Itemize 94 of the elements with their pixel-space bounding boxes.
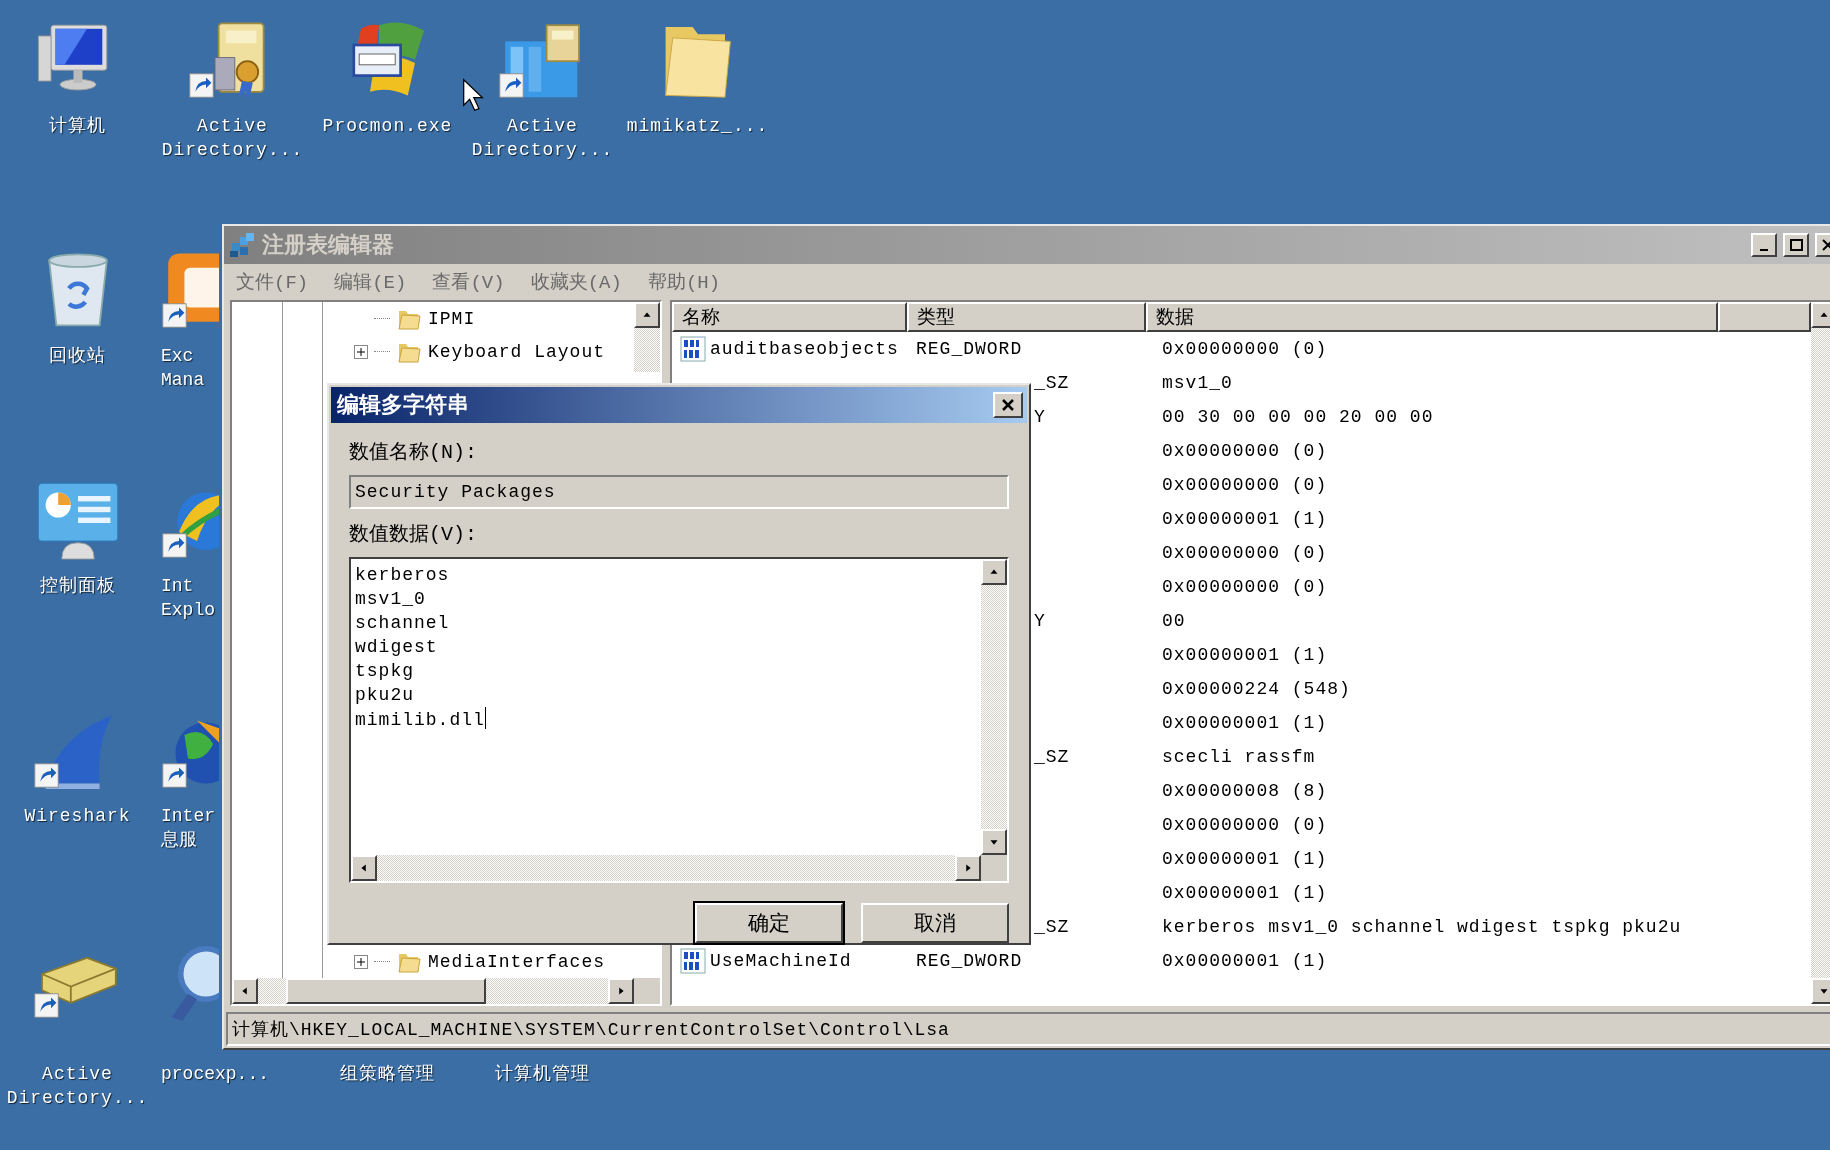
value-data: scecli rassfm — [1161, 747, 1316, 767]
value-data: 0x00000001 (1) — [1161, 509, 1328, 529]
minimize-button[interactable] — [1751, 233, 1777, 257]
icon-label: Active Directory... — [471, 115, 614, 162]
dialog-button[interactable]: 确定 — [695, 903, 843, 943]
icon-label: Active Directory... — [161, 115, 304, 162]
scroll-down-button[interactable] — [1811, 978, 1830, 1004]
scroll-up-button[interactable] — [981, 559, 1007, 585]
scrollbar[interactable] — [981, 559, 1007, 855]
text-area[interactable]: kerberos msv1_0 schannel wdigest tspkg pku2u mimilib.dll — [349, 557, 1009, 883]
value-data: 0x00000000 (0) — [1161, 815, 1328, 835]
icon-label: 回收站 — [49, 345, 106, 368]
tree-item[interactable]: MediaInterfaces — [428, 951, 606, 972]
value-data: 0x00000001 (1) — [1161, 645, 1328, 665]
menu-item[interactable]: 编辑(E) — [334, 269, 407, 295]
value-data: 0x00000001 (1) — [1161, 883, 1328, 903]
scrollbar-corner — [634, 978, 660, 1004]
icon-label: 组策略管理 — [340, 1063, 435, 1086]
column-header[interactable]: 名称 — [672, 302, 907, 332]
registry-icon — [228, 231, 256, 259]
menu-item[interactable]: 查看(V) — [432, 269, 505, 295]
menu-item[interactable]: 收藏夹(A) — [530, 269, 622, 295]
value-data: kerberos msv1_0 schannel wdigest tspkg pku2u — [1161, 917, 1682, 937]
dialog-button[interactable]: 取消 — [861, 903, 1009, 943]
close-icon — [1000, 398, 1016, 412]
value-data: 00 30 00 00 00 20 00 00 — [1161, 407, 1434, 427]
scrollbar-corner — [981, 855, 1007, 881]
column-header[interactable]: 数据 — [1145, 302, 1719, 332]
icon-label: 控制面板 — [39, 575, 116, 598]
window-title: 注册表编辑器 — [262, 232, 395, 260]
scroll-down-button[interactable] — [981, 829, 1007, 855]
input-field[interactable]: Security Packages — [349, 475, 1009, 509]
icon-label: Exc Mana — [161, 345, 205, 392]
value-name[interactable]: auditbaseobjects — [710, 339, 899, 359]
value-type: _SZ — [1034, 747, 1070, 767]
scrollbar[interactable] — [1811, 302, 1830, 1004]
icon-label: Inter 息服 — [161, 805, 215, 852]
field-label: 数值数据(V): — [349, 521, 478, 548]
column-header[interactable] — [1718, 302, 1811, 332]
status-bar: 计算机\HKEY_LOCAL_MACHINE\SYSTEM\CurrentControlSet\Control\Lsa — [226, 1012, 1830, 1046]
menu-item[interactable]: 文件(F) — [236, 269, 309, 295]
value-data: 0x00000000 (0) — [1161, 475, 1328, 495]
value-type: _SZ — [1034, 917, 1070, 937]
expand-icon[interactable] — [354, 954, 368, 969]
binary-value-icon — [680, 948, 706, 974]
maximize-icon — [1789, 239, 1803, 251]
close-button[interactable] — [993, 392, 1023, 418]
value-name[interactable]: UseMachineId — [710, 951, 852, 971]
maximize-button[interactable] — [1783, 233, 1809, 257]
icon-label: Int Explo — [161, 575, 215, 622]
text-cursor — [484, 707, 486, 729]
value-data: 0x00000224 (548) — [1161, 679, 1351, 699]
value-data: 0x00000000 (0) — [1161, 577, 1328, 597]
value-data: 0x00000000 (0) — [1161, 441, 1328, 461]
icon-label: Wireshark — [24, 805, 131, 828]
menu-item[interactable]: 帮助(H) — [647, 269, 721, 295]
dialog-title: 编辑多字符串 — [337, 392, 470, 420]
value-type: Y — [1034, 407, 1046, 427]
tree-item[interactable]: IPMI — [428, 308, 476, 329]
scroll-up-button[interactable] — [1811, 302, 1830, 328]
scroll-up-button[interactable] — [634, 302, 660, 328]
scroll-left-button[interactable] — [232, 978, 258, 1004]
scrollbar[interactable] — [351, 855, 981, 881]
icon-label: Procmon.exe — [322, 115, 453, 138]
scroll-right-button[interactable] — [608, 978, 634, 1004]
value-data: 0x00000008 (8) — [1161, 781, 1328, 801]
value-data: 0x00000001 (1) — [1161, 849, 1328, 869]
scrollbar-thumb[interactable] — [286, 978, 486, 1004]
mouse-pointer-icon — [462, 78, 484, 112]
tree-item[interactable]: Keyboard Layout — [428, 341, 606, 362]
scrollbar[interactable] — [634, 302, 660, 372]
value-data: 0x00000000 (0) — [1161, 543, 1328, 563]
icon-label: procexp... — [161, 1063, 270, 1086]
minimize-icon — [1760, 249, 1768, 251]
value-data: 0x00000001 (1) — [1161, 713, 1328, 733]
field-label: 数值名称(N): — [349, 439, 478, 466]
icon-label: Active Directory... — [6, 1063, 149, 1110]
value-data: 0x00000001 (1) — [1161, 951, 1328, 971]
scroll-right-button[interactable] — [955, 855, 981, 881]
icon-label: 计算机管理 — [495, 1063, 590, 1086]
icon-label: 计算机 — [49, 115, 106, 138]
expand-icon[interactable] — [354, 344, 368, 359]
scroll-left-button[interactable] — [351, 855, 377, 881]
value-data: 0x00000000 (0) — [1161, 339, 1328, 359]
column-header[interactable]: 类型 — [906, 302, 1146, 332]
binary-value-icon — [680, 336, 706, 362]
value-type: Y — [1034, 611, 1046, 631]
value-type: REG_DWORD — [915, 339, 1024, 359]
icon-label: mimikatz_... — [626, 115, 769, 138]
scrollbar[interactable] — [232, 978, 660, 1004]
value-data: msv1_0 — [1161, 373, 1233, 393]
value-type: REG_DWORD — [915, 951, 1024, 971]
value-data: 00 — [1161, 611, 1186, 631]
value-type: _SZ — [1034, 373, 1070, 393]
